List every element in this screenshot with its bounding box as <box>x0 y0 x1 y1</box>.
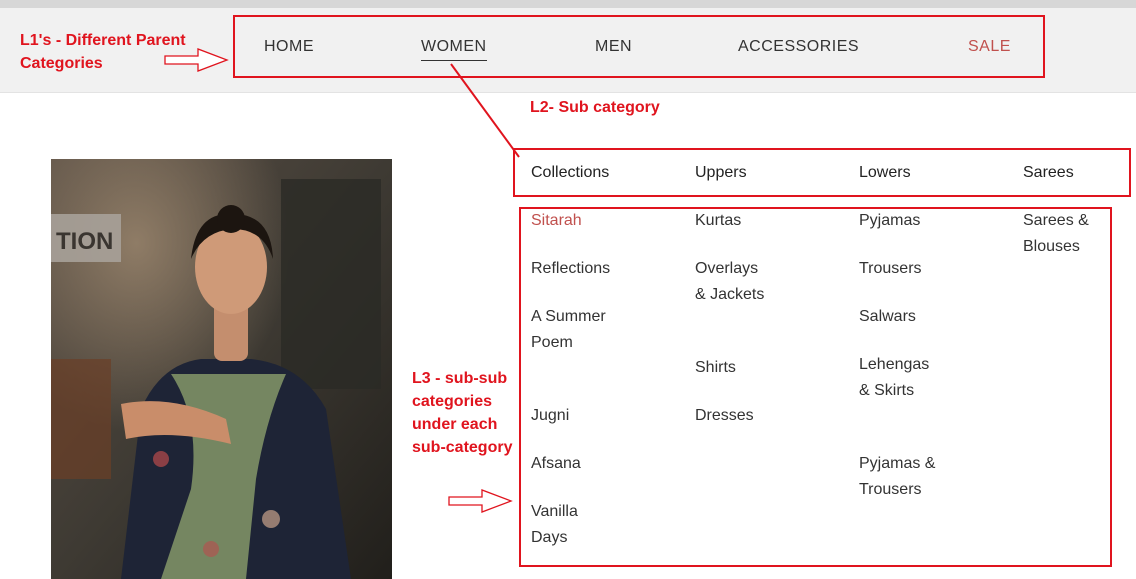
menu-item-sitarah[interactable]: Sitarah <box>531 208 611 234</box>
connector-line <box>450 63 520 158</box>
menu-item-dresses[interactable]: Dresses <box>695 403 775 429</box>
l3-arrow-icon <box>448 489 513 513</box>
menu-item-pyjamas[interactable]: Pyjamas <box>859 208 939 234</box>
menu-item-overlays-jackets[interactable]: Overlays & Jackets <box>695 256 770 307</box>
menu-item-a-summer-poem[interactable]: A Summer Poem <box>531 304 606 355</box>
menu-item-shirts[interactable]: Shirts <box>695 355 775 381</box>
l1-arrow-icon <box>164 48 229 72</box>
svg-text:TION: TION <box>56 228 113 255</box>
menu-item-sarees-blouses[interactable]: Sarees & Blouses <box>1023 208 1093 259</box>
menu-item-reflections[interactable]: Reflections <box>531 256 631 282</box>
menu-item-trousers[interactable]: Trousers <box>859 256 939 282</box>
menu-item-jugni[interactable]: Jugni <box>531 403 611 429</box>
subcategory-lowers[interactable]: Lowers <box>859 164 911 182</box>
subcategory-sarees[interactable]: Sarees <box>1023 164 1074 182</box>
menu-item-kurtas[interactable]: Kurtas <box>695 208 775 234</box>
menu-item-pyjamas-trousers[interactable]: Pyjamas & Trousers <box>859 451 939 502</box>
subcategory-collections[interactable]: Collections <box>531 164 609 182</box>
menu-item-vanilla-days[interactable]: Vanilla Days <box>531 499 591 550</box>
menu-item-salwars[interactable]: Salwars <box>859 304 939 330</box>
subcategory-uppers[interactable]: Uppers <box>695 164 747 182</box>
menu-item-lehengas-skirts[interactable]: Lehengas & Skirts <box>859 352 939 403</box>
product-photo: TION <box>51 159 392 579</box>
menu-item-afsana[interactable]: Afsana <box>531 451 611 477</box>
